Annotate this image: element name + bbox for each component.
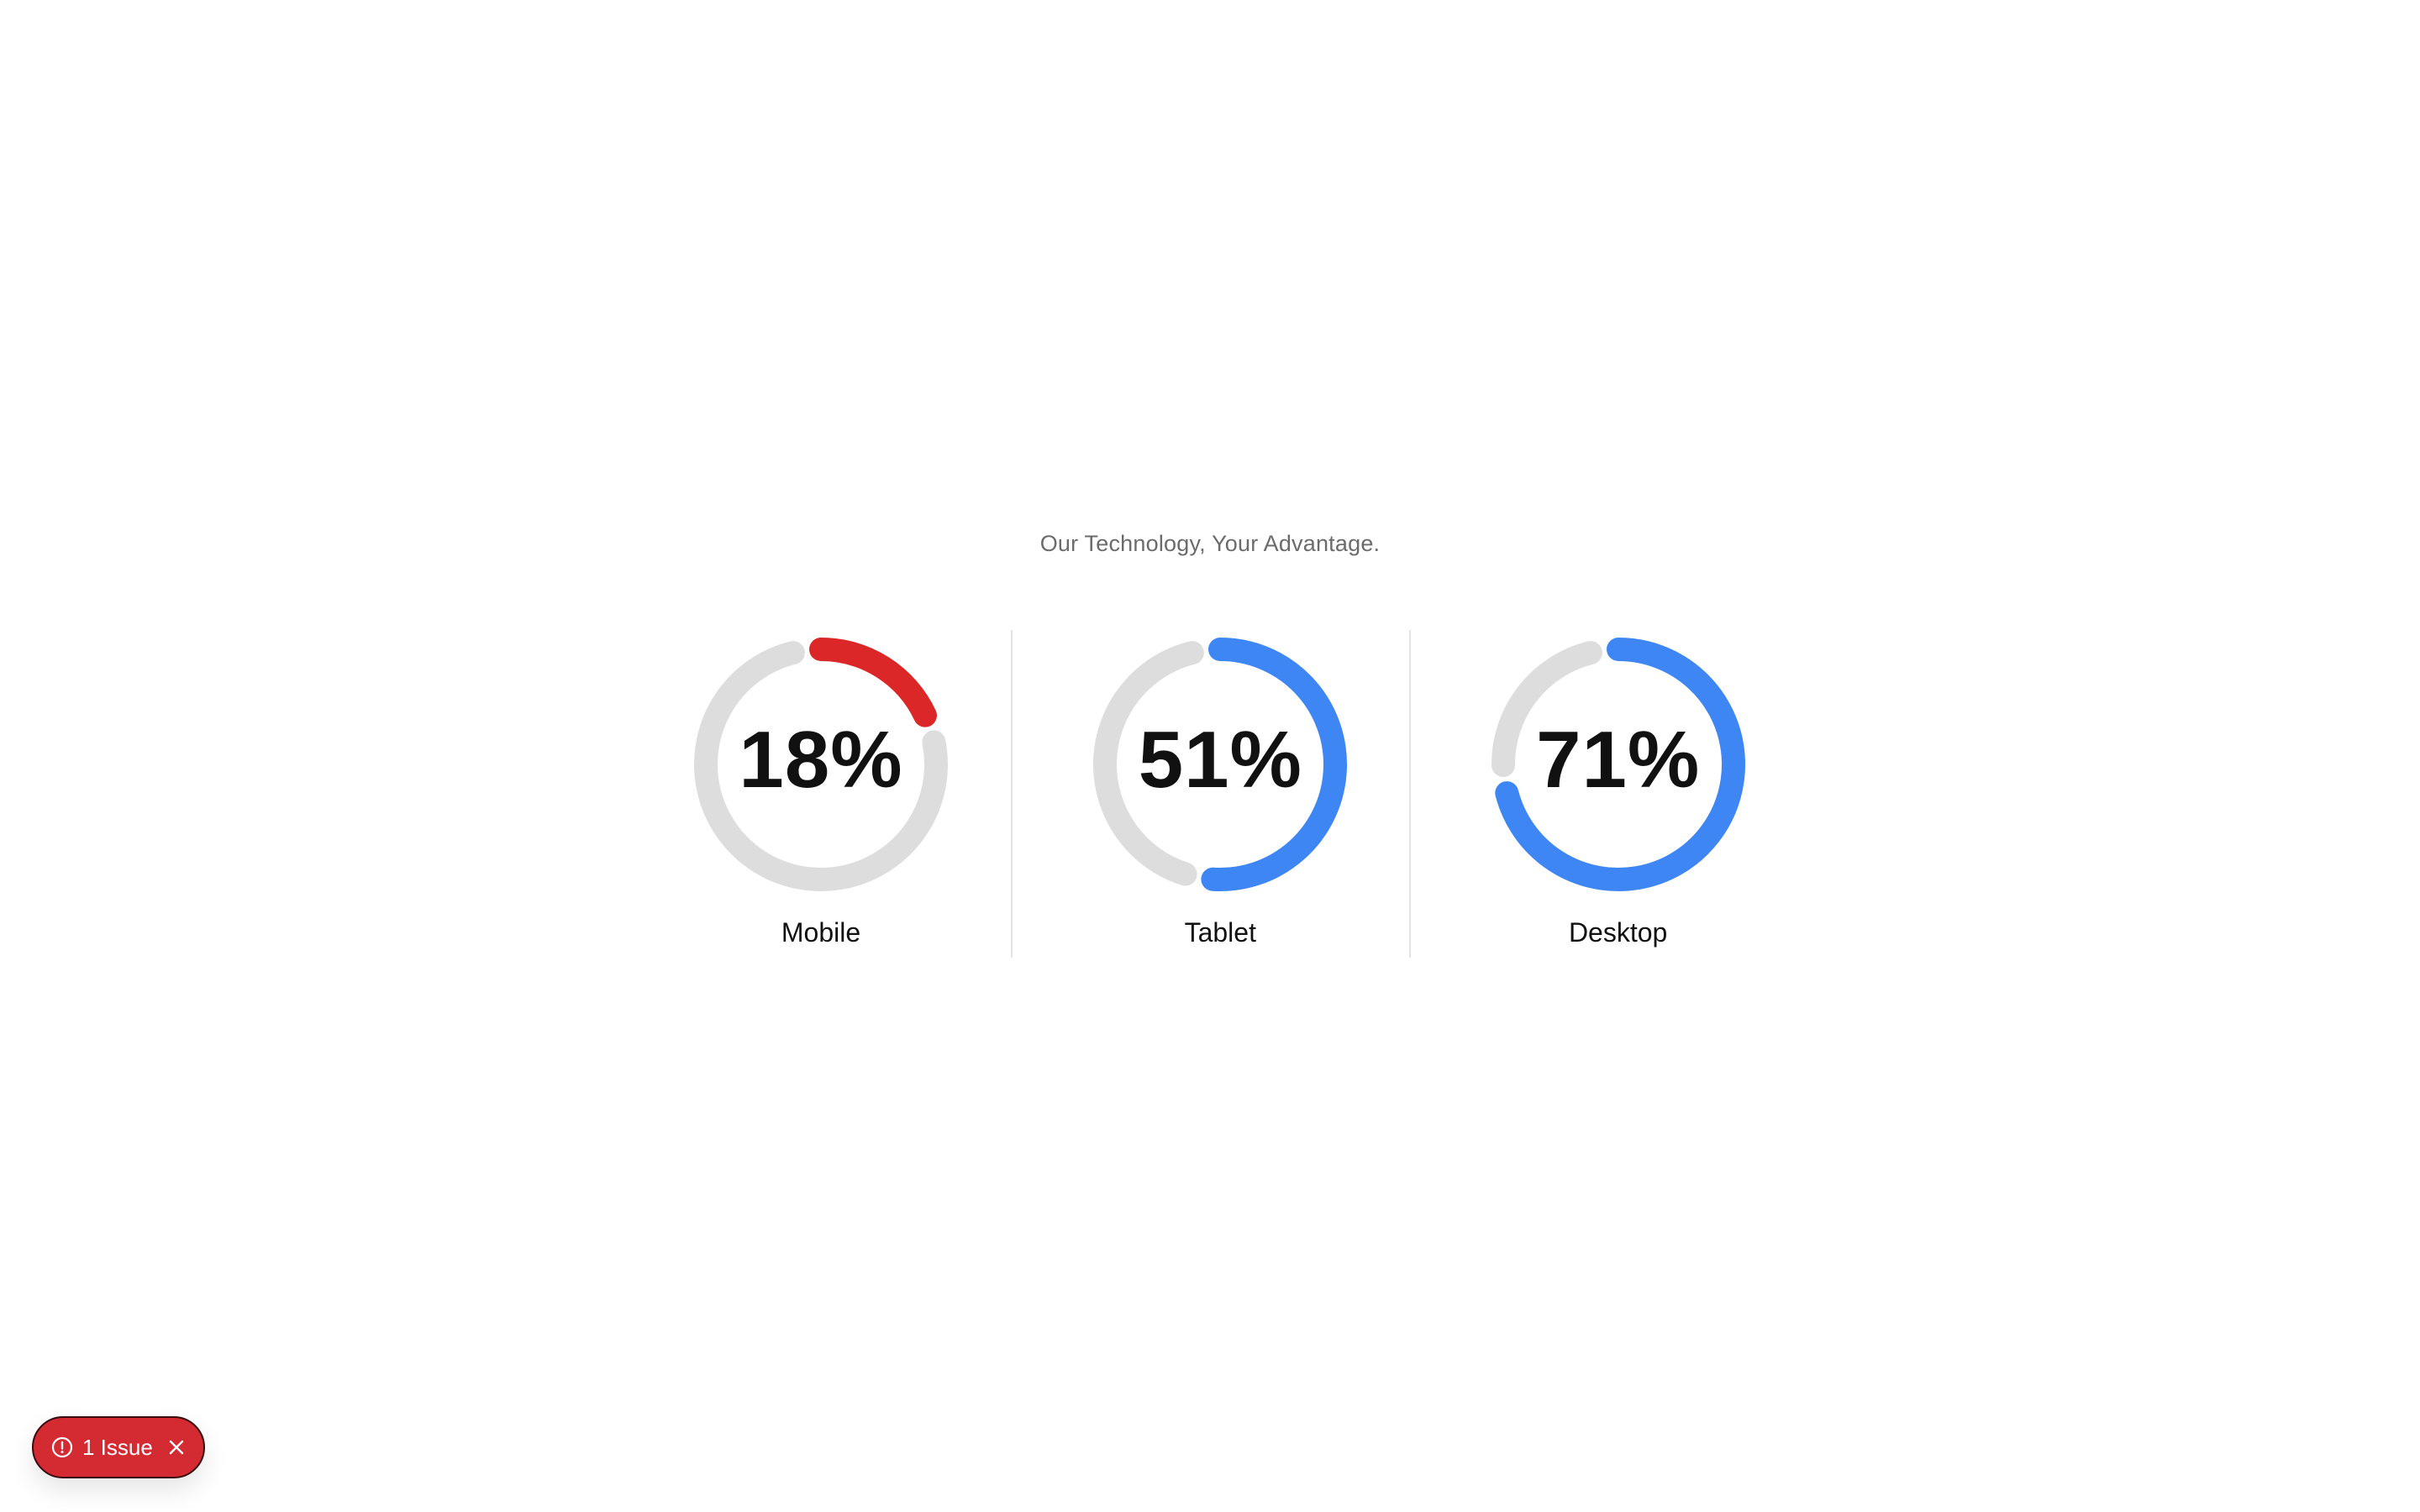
gauge-mobile: 18% Mobile bbox=[613, 630, 1011, 958]
issues-badge-button[interactable]: 1 Issue bbox=[32, 1416, 205, 1478]
close-icon[interactable] bbox=[166, 1437, 187, 1457]
alert-circle-icon bbox=[50, 1436, 74, 1459]
issues-count-label: 1 Issue bbox=[82, 1434, 153, 1460]
tagline: Our Technology, Your Advantage. bbox=[1039, 531, 1381, 556]
gauge-label: Mobile bbox=[781, 917, 861, 948]
gauge-percent: 51% bbox=[1138, 715, 1302, 805]
gauge-label: Desktop bbox=[1568, 917, 1668, 948]
usage-gauges: 18% Mobile 51% Tablet 71% Desktop bbox=[613, 630, 1807, 958]
gauge-label: Tablet bbox=[1184, 917, 1256, 948]
gauge-progress bbox=[809, 638, 937, 727]
gauge-tablet: 51% Tablet bbox=[1011, 630, 1408, 958]
gauge-percent: 71% bbox=[1536, 715, 1701, 805]
gauge-percent: 18% bbox=[739, 715, 903, 805]
page: Our Technology, Your Advantage. 18% Mobi… bbox=[0, 0, 2420, 1512]
gauge-desktop: 71% Desktop bbox=[1408, 630, 1807, 958]
